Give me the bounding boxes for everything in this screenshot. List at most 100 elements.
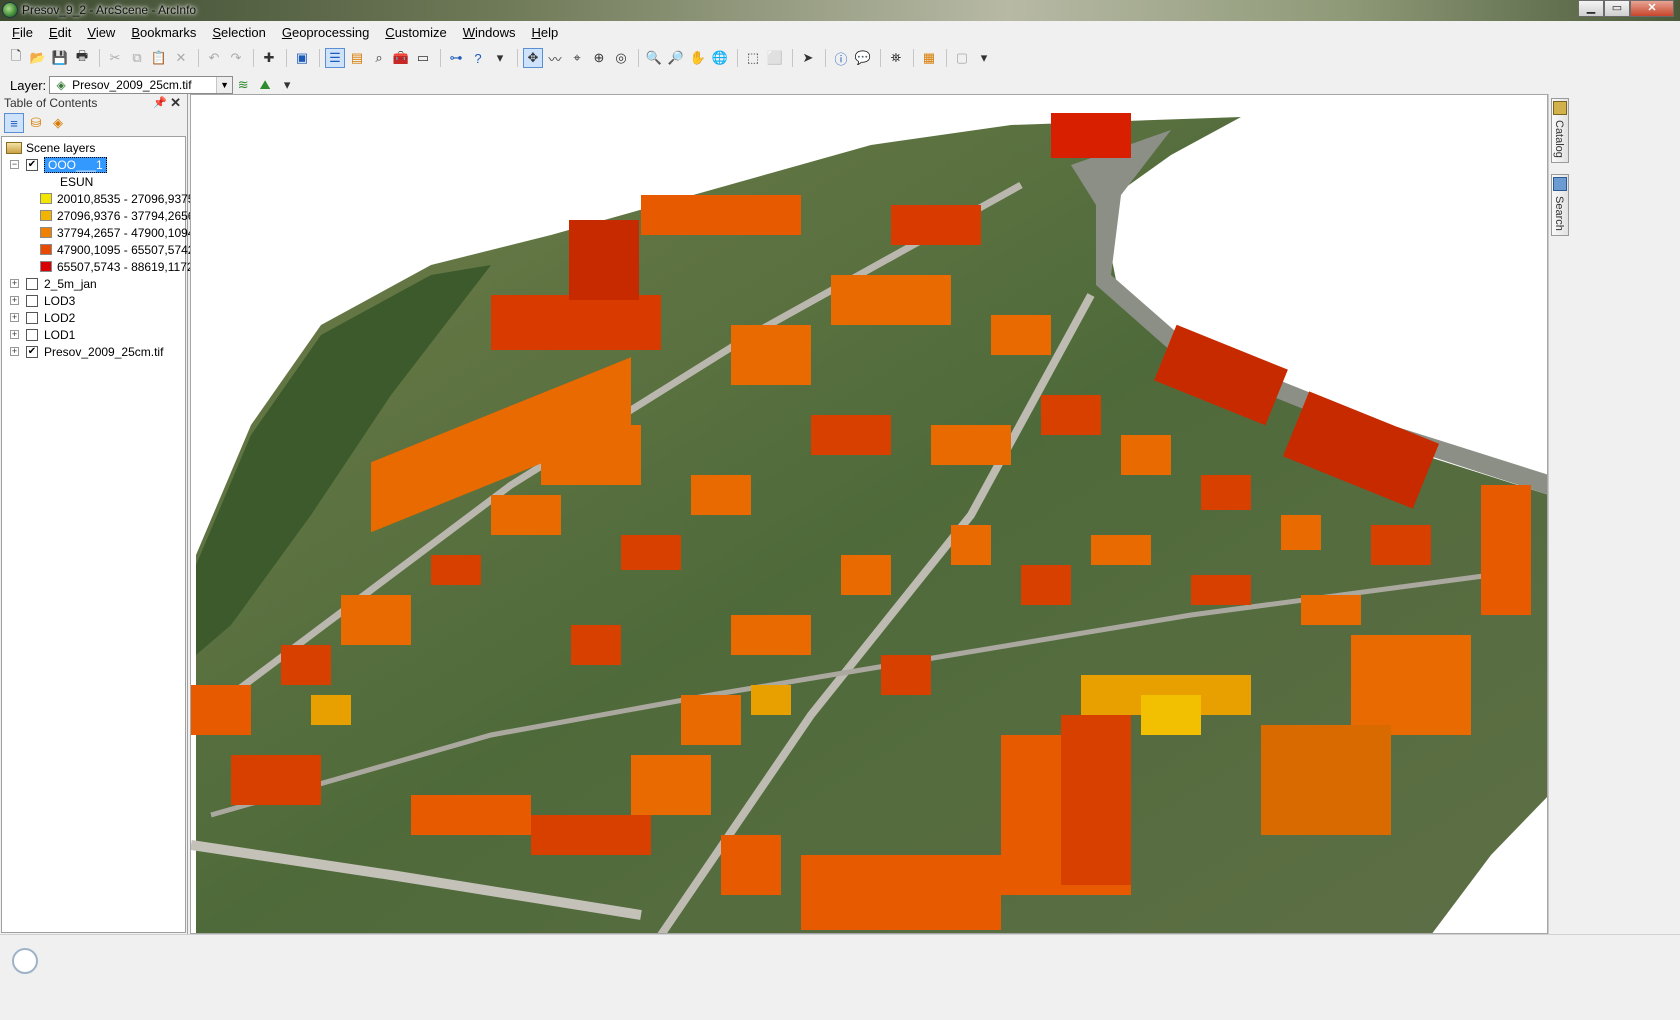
zoom-out-icon[interactable]: 🔎: [666, 48, 686, 68]
copy-icon[interactable]: ⧉: [127, 48, 147, 68]
list-by-drawing-order-icon[interactable]: ≡: [4, 113, 24, 133]
layer-row-lod2[interactable]: + LOD2: [10, 309, 75, 326]
layer-name[interactable]: LOD1: [44, 328, 75, 342]
layer-visibility-checkbox[interactable]: [26, 294, 38, 307]
layer-name[interactable]: 2_5m_jan: [44, 277, 97, 291]
menu-selection[interactable]: Selection: [212, 25, 265, 40]
toolbar-options-chevron-icon-3[interactable]: ▾: [277, 75, 297, 95]
maximize-button[interactable]: ▭: [1604, 0, 1630, 17]
layer-visibility-checkbox[interactable]: [26, 328, 38, 341]
clear-selection-icon[interactable]: ⬜: [765, 48, 785, 68]
menu-edit[interactable]: Edit: [49, 25, 71, 40]
menu-windows[interactable]: Windows: [463, 25, 516, 40]
legend-item[interactable]: 37794,2657 - 47900,1094: [40, 224, 194, 241]
redo-icon[interactable]: ↷: [226, 48, 246, 68]
zoom-to-target-icon[interactable]: ⊕: [589, 48, 609, 68]
pan-hand-icon[interactable]: ✋: [688, 48, 708, 68]
start-globe-icon[interactable]: [12, 948, 38, 974]
search-window-icon[interactable]: ⌕: [369, 48, 389, 68]
expand-icon[interactable]: +: [10, 313, 19, 322]
toolbar-options-chevron-icon-2[interactable]: ▾: [974, 48, 994, 68]
scene-properties-icon[interactable]: ▣: [292, 48, 312, 68]
save-icon[interactable]: 💾: [50, 48, 70, 68]
scene-layers-root[interactable]: Scene layers: [6, 139, 95, 156]
minimize-button[interactable]: ▁: [1578, 0, 1604, 17]
toolbar-options-chevron-icon[interactable]: ▾: [490, 48, 510, 68]
undo-icon[interactable]: ↶: [204, 48, 224, 68]
navigate-tool-icon[interactable]: ✥: [523, 48, 543, 68]
catalog-window-icon[interactable]: ▤: [347, 48, 367, 68]
collapse-icon[interactable]: −: [10, 160, 19, 169]
expand-icon[interactable]: +: [10, 296, 19, 305]
fly-tool-icon[interactable]: 〰: [545, 48, 565, 68]
menu-geoprocessing[interactable]: Geoprocessing: [282, 25, 369, 40]
tab-search[interactable]: Search: [1551, 174, 1569, 236]
modelbuilder-icon[interactable]: ⊶: [446, 48, 466, 68]
list-by-visibility-icon[interactable]: ◈: [48, 113, 68, 133]
layer-name[interactable]: Presov_2009_25cm.tif: [44, 345, 163, 359]
expand-icon[interactable]: +: [10, 347, 19, 356]
menu-bookmarks[interactable]: Bookmarks: [131, 25, 196, 40]
building: [231, 755, 321, 805]
expand-icon[interactable]: +: [10, 279, 19, 288]
layer-name[interactable]: LOD2: [44, 311, 75, 325]
layer-name[interactable]: LOD3: [44, 294, 75, 308]
scene-3d-view[interactable]: [190, 94, 1548, 934]
legend-item[interactable]: 47900,1095 - 65507,5742: [40, 241, 194, 258]
tab-catalog[interactable]: Catalog: [1551, 98, 1569, 163]
list-by-source-icon[interactable]: ⛁: [26, 113, 46, 133]
layer-visibility-checkbox[interactable]: ✔: [26, 158, 38, 171]
steepest-path-icon[interactable]: ⛰: [255, 75, 275, 95]
paste-icon[interactable]: 📋: [149, 48, 169, 68]
arctoolbox-icon[interactable]: 🧰: [391, 48, 411, 68]
layer-row-ooo1[interactable]: − ✔ OOO___1: [10, 156, 107, 173]
set-observer-icon[interactable]: ◎: [611, 48, 631, 68]
contour-icon[interactable]: ≋: [233, 75, 253, 95]
print-icon[interactable]: 🖶: [72, 48, 92, 68]
legend-item[interactable]: 65507,5743 - 88619,1172: [40, 258, 194, 275]
menu-view[interactable]: View: [87, 25, 115, 40]
zoom-in-icon[interactable]: 🔍: [644, 48, 664, 68]
open-folder-icon[interactable]: 📂: [28, 48, 48, 68]
legend-label: 20010,8535 - 27096,9375: [57, 191, 195, 206]
help-pointer-icon[interactable]: ?: [468, 48, 488, 68]
menu-help[interactable]: Help: [531, 25, 558, 40]
legend-item[interactable]: 20010,8535 - 27096,9375: [40, 190, 194, 207]
layer-name[interactable]: OOO___1: [44, 156, 107, 173]
close-panel-icon[interactable]: ✕: [170, 95, 181, 111]
building: [311, 695, 351, 725]
building: [801, 855, 1001, 930]
measure-icon[interactable]: ▦: [919, 48, 939, 68]
toc-window-icon[interactable]: ☰: [325, 48, 345, 68]
new-document-icon[interactable]: 🗋: [6, 48, 26, 68]
legend-item[interactable]: 27096,9376 - 37794,2656: [40, 207, 194, 224]
identify-icon[interactable]: ⓘ: [831, 48, 851, 68]
menu-file[interactable]: File: [12, 25, 33, 40]
python-window-icon[interactable]: ▭: [413, 48, 433, 68]
close-button[interactable]: ✕: [1630, 0, 1674, 17]
layer-row-2-5m-jan[interactable]: + 2_5m_jan: [10, 275, 97, 292]
select-elements-arrow-icon[interactable]: ➤: [798, 48, 818, 68]
layer-visibility-checkbox[interactable]: [26, 311, 38, 324]
layer-dropdown[interactable]: ◈ Presov_2009_25cm.tif ▼: [49, 76, 234, 94]
layer-row-lod1[interactable]: + LOD1: [10, 326, 75, 343]
menu-customize[interactable]: Customize: [385, 25, 446, 40]
legend-label: 37794,2657 - 47900,1094: [57, 225, 195, 240]
find-binoculars-icon[interactable]: ⛯: [886, 48, 906, 68]
layer-row-lod3[interactable]: + LOD3: [10, 292, 75, 309]
chevron-down-icon[interactable]: ▼: [216, 77, 233, 93]
layer-row-presov-tif[interactable]: + ✔ Presov_2009_25cm.tif: [10, 343, 163, 360]
layer-visibility-checkbox[interactable]: [26, 277, 38, 290]
layer-visibility-checkbox[interactable]: ✔: [26, 345, 38, 358]
html-popup-icon[interactable]: 💬: [853, 48, 873, 68]
expand-icon[interactable]: +: [10, 330, 19, 339]
add-data-icon[interactable]: ✚: [259, 48, 279, 68]
center-on-target-icon[interactable]: ⌖: [567, 48, 587, 68]
full-extent-globe-icon[interactable]: 🌐: [710, 48, 730, 68]
cut-icon[interactable]: ✂: [105, 48, 125, 68]
animation-icon[interactable]: ▢: [952, 48, 972, 68]
scene-render[interactable]: [191, 95, 1548, 934]
delete-icon[interactable]: ✕: [171, 48, 191, 68]
pin-icon[interactable]: 📌: [153, 96, 167, 109]
select-features-icon[interactable]: ⬚: [743, 48, 763, 68]
